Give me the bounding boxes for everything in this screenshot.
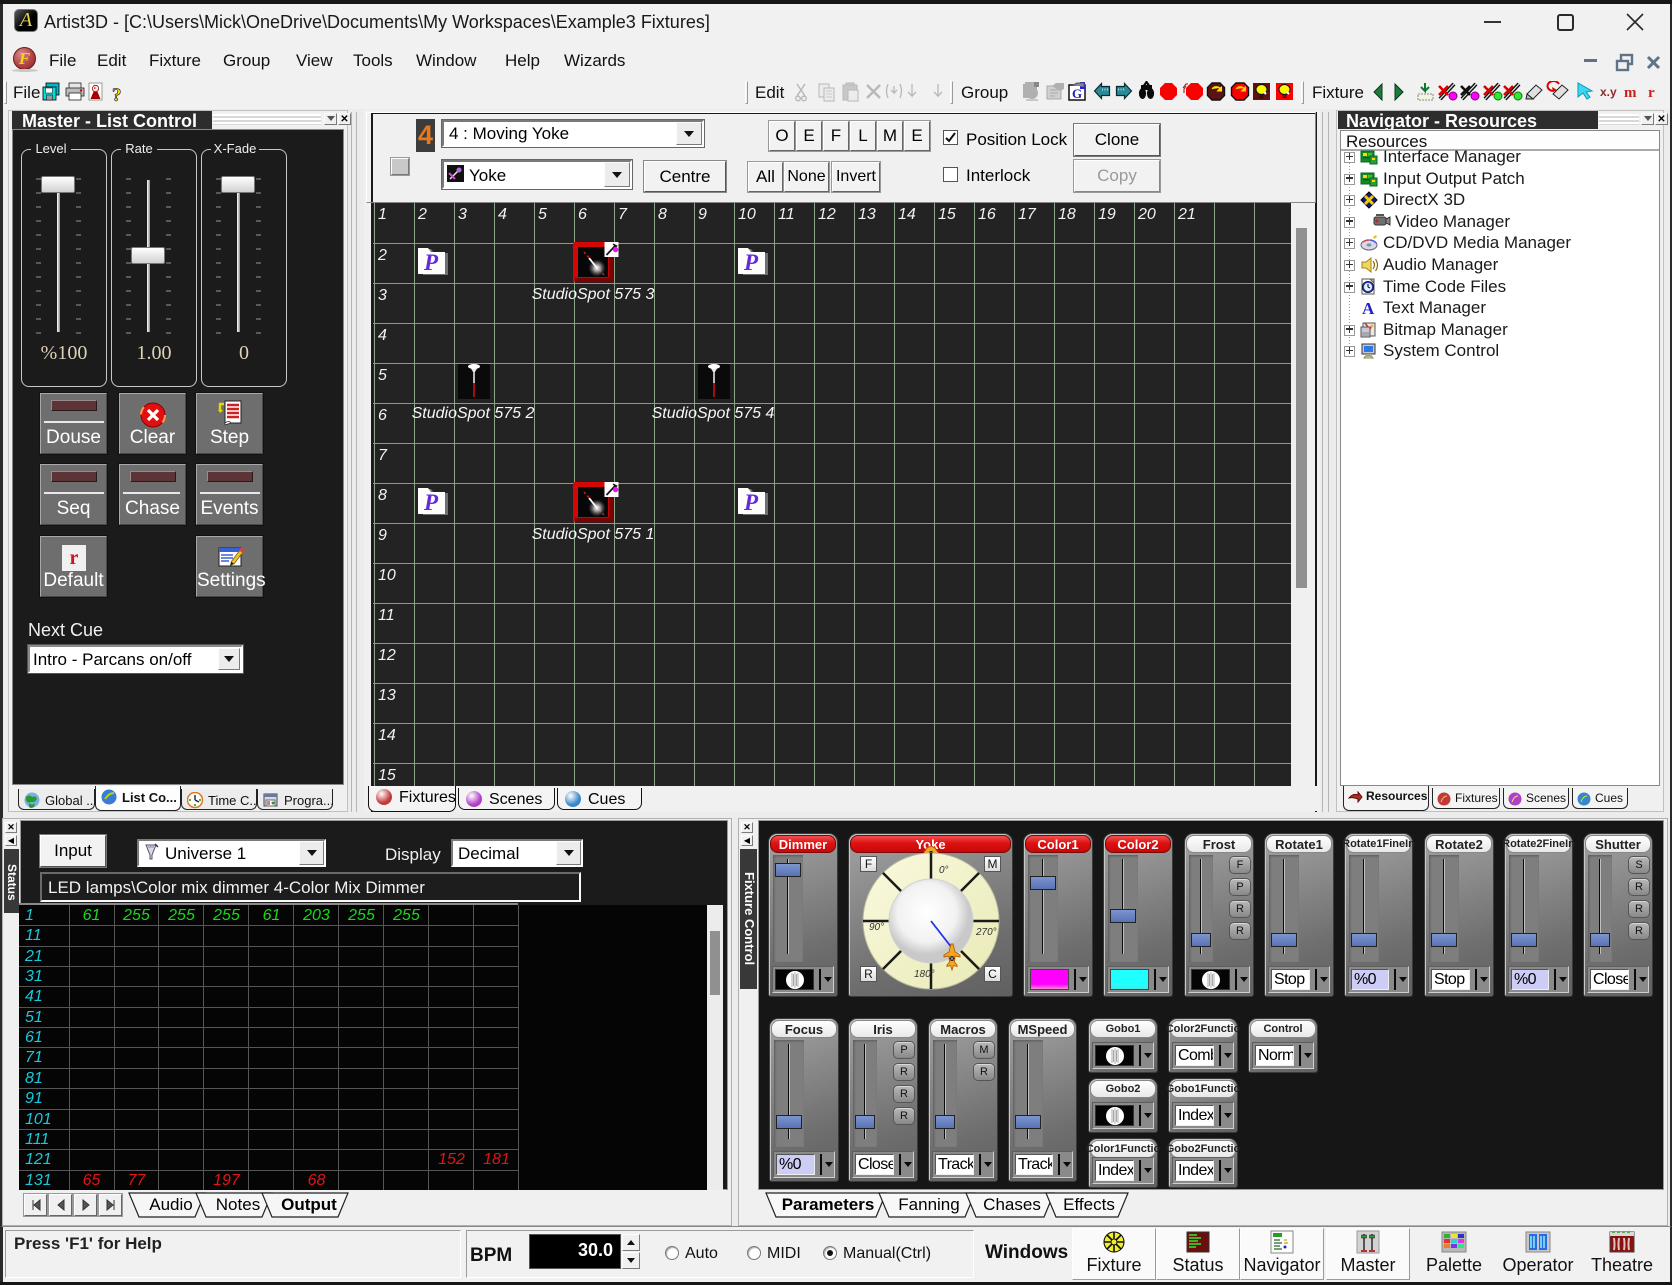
svg-text:?: ? <box>112 85 122 106</box>
svg-text:180°: 180° <box>914 969 935 980</box>
svg-text:P: P <box>423 490 439 515</box>
svg-text:A: A <box>1362 299 1375 317</box>
svg-text:P: P <box>743 250 759 275</box>
svg-text:m: m <box>1624 85 1637 101</box>
svg-text:90°: 90° <box>869 922 884 933</box>
svg-text:P: P <box>423 250 439 275</box>
svg-text:r: r <box>1648 85 1655 101</box>
svg-text:x.y: x.y <box>1600 85 1617 99</box>
svg-text:270°: 270° <box>975 927 997 938</box>
svg-text:P: P <box>743 490 759 515</box>
svg-text:0°: 0° <box>939 865 949 876</box>
